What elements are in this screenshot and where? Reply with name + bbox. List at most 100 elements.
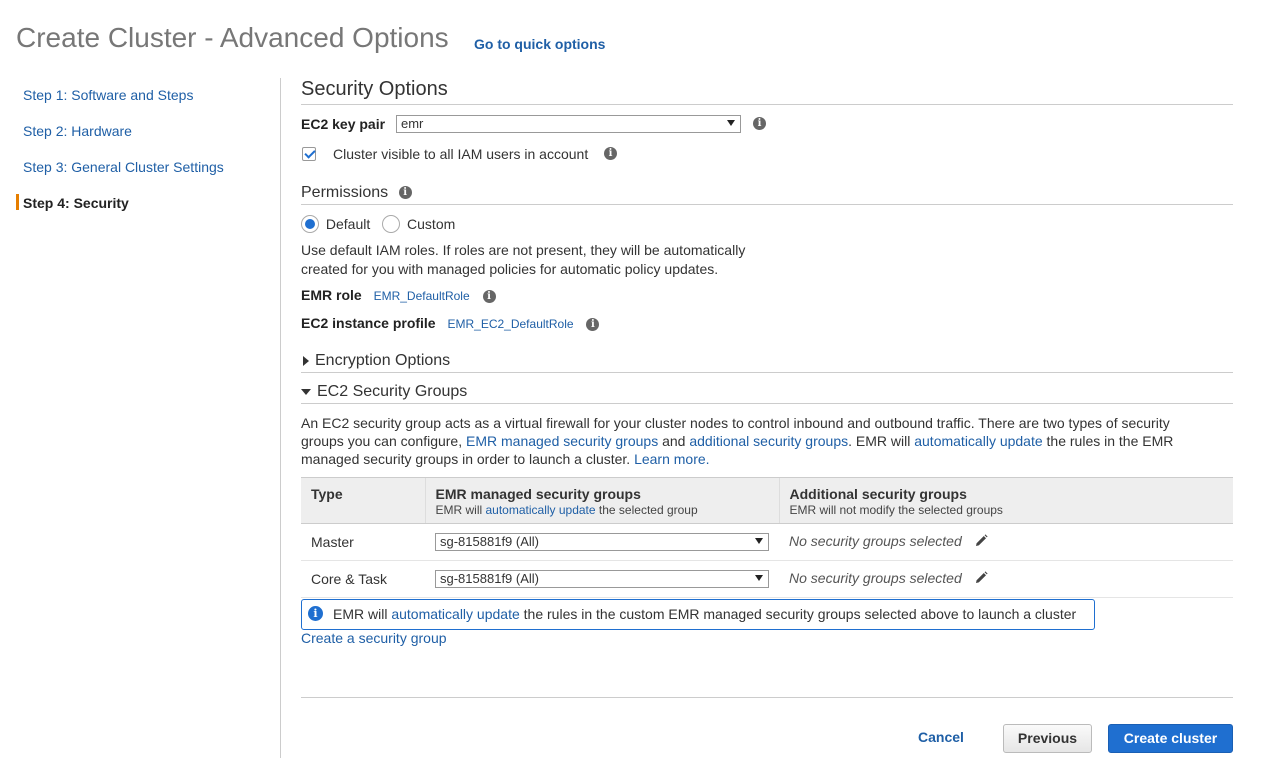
step-general-cluster-settings[interactable]: Step 3: General Cluster Settings [16, 150, 276, 186]
key-pair-value: emr [401, 116, 424, 131]
custom-radio-label: Custom [407, 216, 456, 233]
security-groups-title: EC2 Security Groups [317, 383, 468, 400]
permissions-title-text: Permissions [301, 184, 389, 201]
col-emr-label: EMR managed security groups [435, 486, 641, 502]
steps-nav: Step 1: Software and Steps Step 2: Hardw… [16, 78, 276, 222]
permissions-title: Permissions i [301, 184, 412, 202]
table-header-row: Type EMR managed security groups EMR wil… [301, 477, 1233, 524]
emr-role-row: EMR role EMR_DefaultRole i [301, 287, 496, 303]
col-additional-sub: EMR will not modify the selected groups [789, 503, 1003, 517]
section-divider [301, 403, 1233, 404]
row-type: Master [301, 523, 425, 561]
col-additional-label: Additional security groups [789, 486, 967, 502]
additional-group-value: No security groups selected [789, 533, 962, 550]
pencil-icon[interactable] [974, 571, 988, 588]
emr-group-cell: sg-815881f9 (All) [425, 560, 779, 598]
default-radio-label: Default [325, 216, 371, 233]
caret-right-icon [303, 355, 309, 366]
permissions-description-line: Use default IAM roles. If roles are not … [301, 242, 746, 258]
security-groups-toggle[interactable]: EC2 Security Groups [301, 383, 467, 401]
custom-radio[interactable] [382, 215, 401, 234]
description-text: managed security groups in order to laun… [301, 451, 635, 467]
alert-text: EMR will [333, 606, 392, 622]
table-row: Core & Task sg-815881f9 (All) No securit… [301, 560, 1233, 598]
cluster-visible-label: Cluster visible to all IAM users in acco… [333, 146, 589, 162]
additional-groups-link[interactable]: additional security groups [689, 433, 848, 449]
description-text: and [658, 433, 690, 449]
col-additional-header: Additional security groups EMR will not … [778, 477, 1233, 524]
emr-role-link[interactable]: EMR_DefaultRole [374, 289, 470, 303]
automatically-update-link[interactable]: automatically update [914, 433, 1042, 449]
auto-update-alert: i EMR will automatically update the rule… [301, 599, 1095, 630]
row-type: Core & Task [301, 560, 425, 598]
additional-group-value: No security groups selected [789, 570, 962, 587]
col-emr-header: EMR managed security groups EMR will aut… [424, 477, 779, 524]
description-line: groups you can configure, EMR managed se… [301, 432, 1233, 450]
nav-divider [280, 78, 281, 758]
alert-text: the rules in the custom EMR managed secu… [519, 606, 1077, 622]
pencil-icon[interactable] [974, 534, 988, 551]
permissions-description: Use default IAM roles. If roles are not … [301, 241, 745, 279]
security-groups-table: Type EMR managed security groups EMR wil… [301, 477, 1233, 598]
encryption-title: Encryption Options [315, 352, 451, 369]
description-text: the rules in the EMR [1042, 433, 1174, 449]
automatically-update-link[interactable]: automatically update [391, 606, 519, 622]
step-security[interactable]: Step 4: Security [16, 186, 276, 222]
col-emr-sub-text: EMR will [435, 503, 486, 517]
info-icon: i [308, 606, 323, 621]
description-line: An EC2 security group acts as a virtual … [301, 415, 1170, 431]
instance-profile-row: EC2 instance profile EMR_EC2_DefaultRole… [301, 315, 600, 331]
emr-group-select[interactable]: sg-815881f9 (All) [435, 533, 769, 551]
emr-group-cell: sg-815881f9 (All) [425, 523, 779, 561]
description-text: . EMR will [848, 433, 915, 449]
encryption-toggle[interactable]: Encryption Options [303, 352, 450, 370]
permissions-description-line: created for you with managed policies fo… [301, 261, 719, 277]
info-icon[interactable]: i [604, 147, 617, 160]
section-divider [301, 204, 1233, 205]
info-icon[interactable]: i [586, 317, 600, 331]
col-type-label: Type [311, 486, 343, 502]
chevron-down-icon [755, 538, 763, 544]
description-text: groups you can configure, [301, 433, 466, 449]
info-icon[interactable]: i [398, 186, 412, 200]
cluster-visible-checkbox[interactable] [302, 147, 316, 161]
description-line: managed security groups in order to laun… [301, 450, 1233, 468]
previous-button[interactable]: Previous [1003, 724, 1092, 753]
emr-group-select[interactable]: sg-815881f9 (All) [435, 570, 769, 588]
chevron-down-icon [727, 120, 735, 126]
default-radio[interactable] [301, 215, 319, 234]
section-divider [301, 104, 1233, 105]
key-pair-select[interactable]: emr [396, 115, 741, 133]
table-row: Master sg-815881f9 (All) No security gro… [301, 523, 1233, 561]
cancel-button[interactable]: Cancel [908, 724, 974, 753]
emr-managed-groups-link[interactable]: EMR managed security groups [466, 433, 658, 449]
automatically-update-link[interactable]: automatically update [486, 503, 596, 517]
col-emr-sub-text: the selected group [595, 503, 698, 517]
col-type-header: Type [301, 477, 425, 524]
instance-profile-link[interactable]: EMR_EC2_DefaultRole [447, 317, 573, 331]
permissions-radio-group: Default Custom [301, 215, 456, 234]
col-emr-sub: EMR will automatically update the select… [436, 503, 769, 517]
additional-group-cell: No security groups selected [779, 560, 1233, 598]
security-options-title: Security Options [301, 78, 448, 100]
security-groups-description: An EC2 security group acts as a virtual … [301, 414, 1233, 468]
quick-options-link[interactable]: Go to quick options [474, 36, 605, 52]
emr-group-value: sg-815881f9 (All) [440, 571, 539, 586]
step-software-and-steps[interactable]: Step 1: Software and Steps [16, 78, 276, 114]
emr-role-label: EMR role [301, 287, 362, 303]
instance-profile-label: EC2 instance profile [301, 315, 436, 331]
learn-more-link[interactable]: Learn more. [634, 451, 709, 467]
footer-divider [301, 697, 1233, 698]
create-cluster-button[interactable]: Create cluster [1108, 724, 1233, 753]
info-icon[interactable]: i [482, 289, 496, 303]
key-pair-label: EC2 key pair [301, 116, 386, 132]
caret-down-icon [301, 388, 311, 395]
chevron-down-icon [755, 575, 763, 581]
step-hardware[interactable]: Step 2: Hardware [16, 114, 276, 150]
section-divider [301, 372, 1233, 373]
page-title: Create Cluster - Advanced Options [16, 22, 449, 53]
additional-group-cell: No security groups selected [779, 523, 1233, 561]
emr-group-value: sg-815881f9 (All) [440, 534, 539, 549]
info-icon[interactable]: i [753, 117, 766, 130]
create-security-group-link[interactable]: Create a security group [301, 630, 447, 646]
